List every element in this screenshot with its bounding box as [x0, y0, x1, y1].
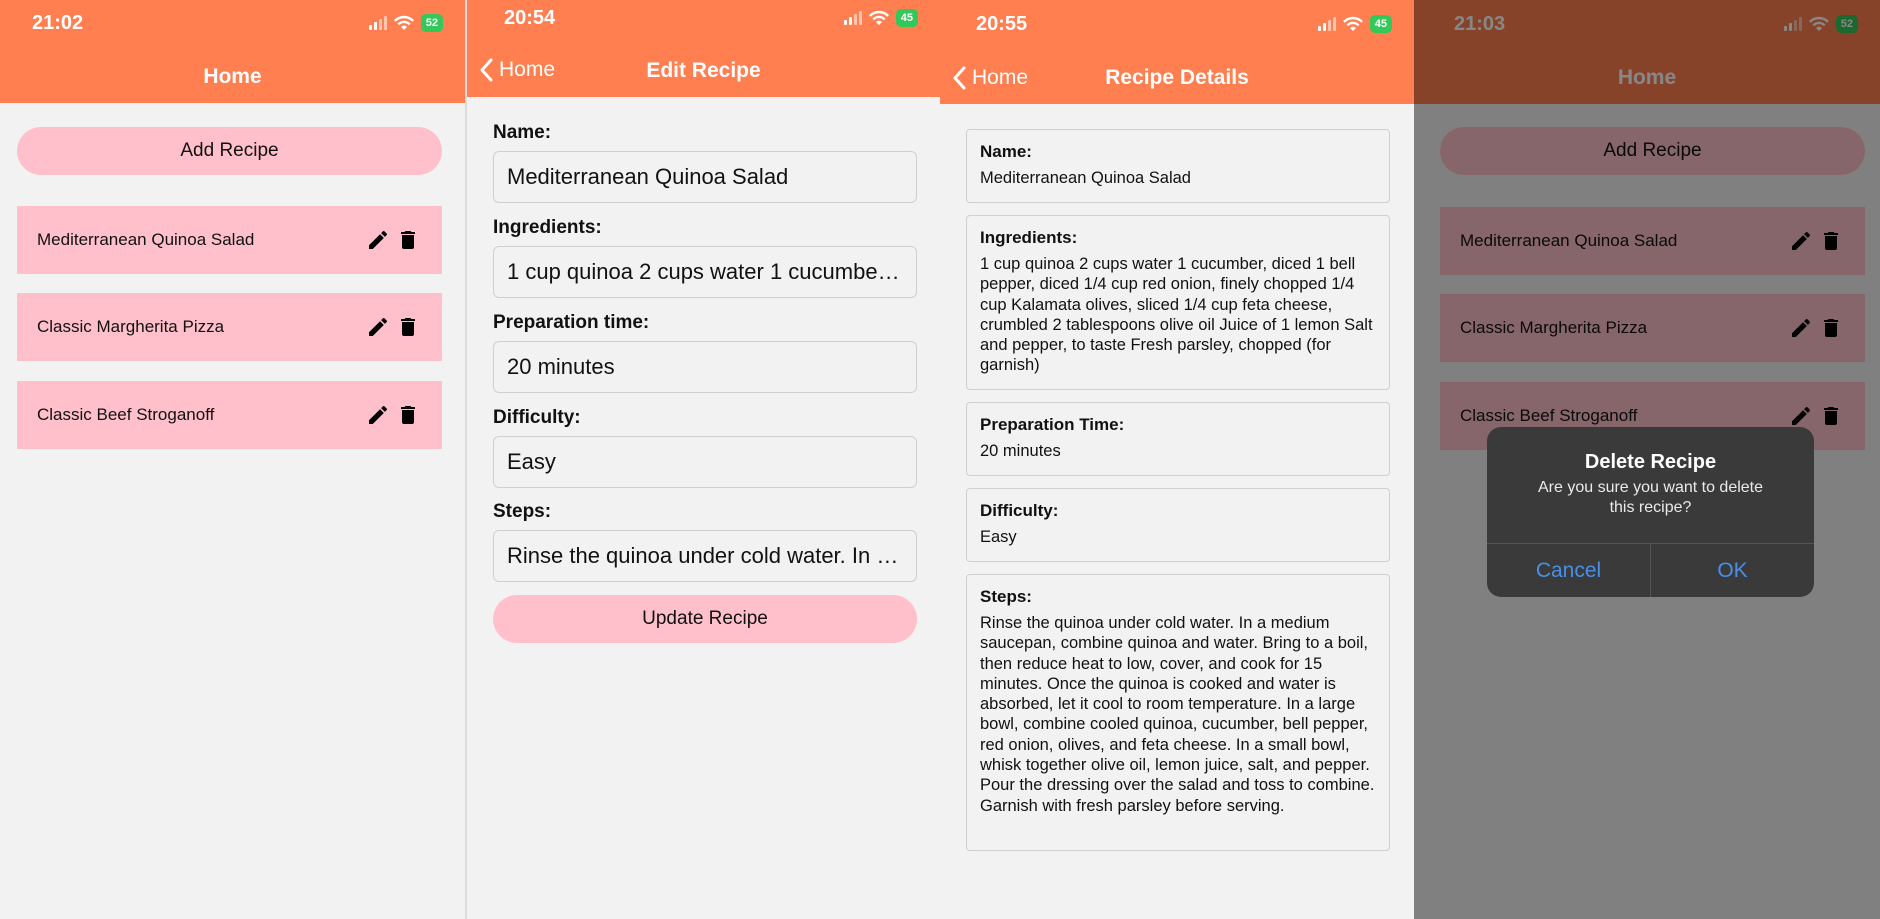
dialog-message: Are you sure you want to delete this rec… [1537, 479, 1764, 516]
ingredients-label: Ingredients: [493, 217, 602, 238]
battery-icon: 52 [420, 14, 443, 32]
trash-icon[interactable] [396, 228, 420, 252]
ingredients-field[interactable]: 1 cup quinoa 2 cups water 1 cucumber,... [493, 246, 917, 298]
signal-icon [1317, 17, 1336, 31]
difficulty-field[interactable]: Easy [493, 436, 917, 488]
steps-field[interactable]: Rinse the quinoa under cold water. In a.… [493, 530, 917, 582]
detail-card-steps: Steps: Rinse the quinoa under cold water… [966, 574, 1390, 851]
wifi-icon [393, 15, 414, 30]
status-time: 20:55 [976, 13, 1028, 35]
detail-label: Difficulty: [980, 501, 1059, 520]
detail-label: Steps: [980, 587, 1032, 606]
pencil-icon[interactable] [366, 228, 390, 252]
detail-value: 20 minutes [980, 442, 1061, 460]
detail-label: Name: [980, 142, 1032, 161]
delete-confirm-dialog: Delete Recipe Are you sure you want to d… [1487, 427, 1814, 597]
battery-icon: 45 [1369, 15, 1392, 33]
recipe-row[interactable]: Mediterranean Quinoa Salad [17, 206, 442, 274]
wifi-icon [868, 10, 889, 25]
recipe-name: Classic Margherita Pizza [37, 317, 225, 336]
prep-time-label: Preparation time: [493, 312, 650, 333]
nav-header: 20:54 45 Home Edit Recipe [467, 0, 940, 97]
cancel-button[interactable]: Cancel [1487, 544, 1650, 597]
dialog-title: Delete Recipe [1584, 451, 1717, 473]
recipe-name: Classic Beef Stroganoff [37, 405, 215, 424]
difficulty-label: Difficulty: [493, 407, 581, 428]
detail-card-prep-time: Preparation Time: 20 minutes [966, 402, 1390, 476]
signal-icon [368, 16, 387, 30]
detail-value: 1 cup quinoa 2 cups water 1 cucumber, di… [980, 255, 1373, 375]
page-title: Home [203, 65, 262, 88]
page-title: Recipe Details [1105, 66, 1249, 89]
detail-value: Easy [980, 528, 1017, 546]
detail-card-name: Name: Mediterranean Quinoa Salad [966, 129, 1390, 203]
status-icons: 52 [368, 14, 443, 32]
add-recipe-button[interactable]: Add Recipe [17, 127, 442, 175]
page-title: Edit Recipe [646, 59, 761, 82]
pencil-icon[interactable] [366, 315, 390, 339]
trash-icon[interactable] [396, 403, 420, 427]
detail-label: Ingredients: [980, 228, 1078, 247]
name-label: Name: [493, 122, 552, 143]
nav-header: 21:02 52 Home [0, 0, 465, 103]
signal-icon [843, 11, 862, 25]
detail-value: Rinse the quinoa under cold water. In a … [980, 614, 1375, 815]
detail-label: Preparation Time: [980, 415, 1125, 434]
detail-value: Mediterranean Quinoa Salad [980, 169, 1191, 187]
detail-card-difficulty: Difficulty: Easy [966, 488, 1390, 562]
home-screen: 21:02 52 Home Add Recipe Mediterranean Q… [0, 0, 467, 919]
battery-icon: 45 [895, 9, 918, 27]
update-recipe-button[interactable]: Update Recipe [493, 595, 917, 643]
status-icons: 45 [843, 9, 918, 27]
wifi-icon [1342, 16, 1363, 31]
steps-label: Steps: [493, 501, 552, 522]
status-time: 21:02 [32, 12, 84, 34]
status-icons: 45 [1317, 15, 1392, 33]
detail-card-ingredients: Ingredients: 1 cup quinoa 2 cups water 1… [966, 215, 1390, 390]
home-delete-dialog-screen: 21:03 52 Home Add Recipe Mediterranean Q… [1414, 0, 1880, 919]
status-time: 20:54 [504, 7, 556, 29]
trash-icon[interactable] [396, 315, 420, 339]
ok-button[interactable]: OK [1650, 544, 1814, 597]
recipe-row[interactable]: Classic Margherita Pizza [17, 293, 442, 361]
prep-time-field[interactable]: 20 minutes [493, 341, 917, 393]
name-field[interactable]: Mediterranean Quinoa Salad [493, 151, 917, 203]
recipe-name: Mediterranean Quinoa Salad [37, 230, 255, 249]
recipe-row[interactable]: Classic Beef Stroganoff [17, 381, 442, 449]
nav-header: 20:55 45 Home Recipe Details [940, 0, 1414, 104]
pencil-icon[interactable] [366, 403, 390, 427]
